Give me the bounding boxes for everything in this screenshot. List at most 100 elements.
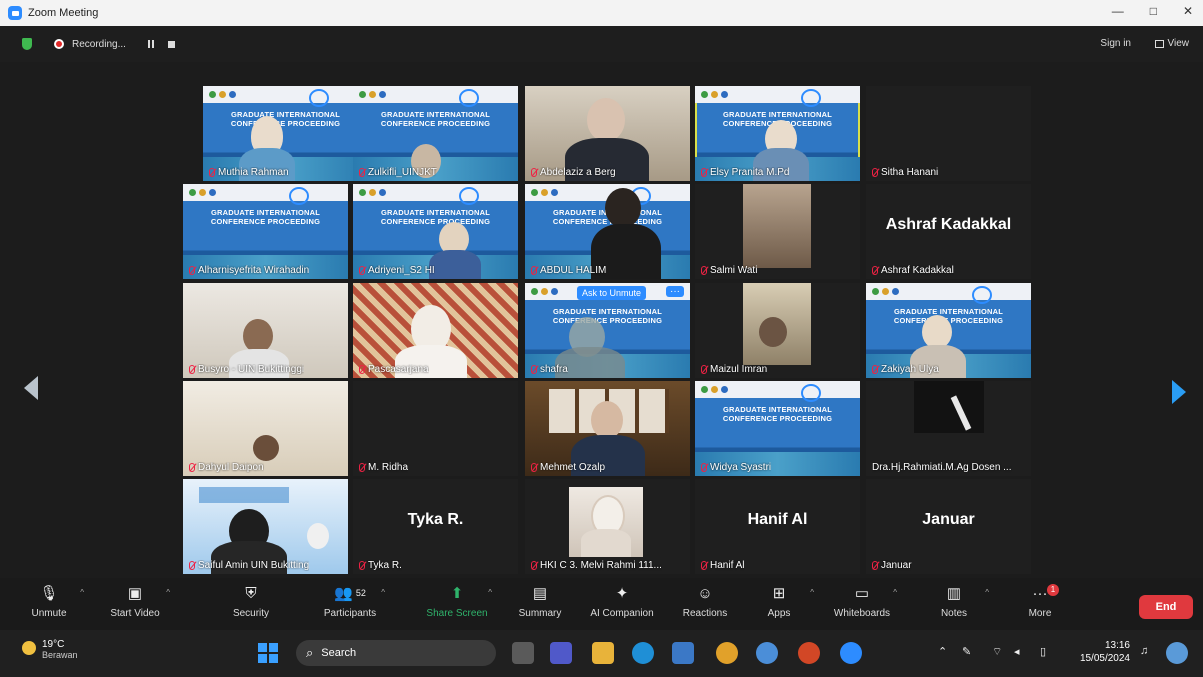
chrome-icon[interactable] [716, 642, 738, 664]
video-tile[interactable]: Abdelaziz a Berg [525, 86, 690, 181]
windows-start-icon[interactable] [258, 643, 278, 663]
participant-name: M. Ridha [359, 462, 408, 473]
video-tile[interactable]: GRADUATE INTERNATIONALCONFERENCE PROCEED… [525, 283, 690, 378]
shield-icon: ⛨ [245, 584, 257, 602]
previous-page-arrow-icon[interactable] [24, 376, 38, 400]
video-tile[interactable]: Pascasarjana [353, 283, 518, 378]
security-shield-icon[interactable] [22, 38, 32, 50]
video-tile[interactable]: Mehmet Ozalp [525, 381, 690, 476]
ai-companion-button[interactable]: ✦ AI Companion [577, 582, 667, 619]
window-title: Zoom Meeting [28, 7, 99, 19]
end-meeting-button[interactable]: End [1139, 595, 1193, 619]
participant-name: shafra [531, 364, 568, 375]
taskbar-search[interactable]: ⌕ Search [296, 640, 496, 666]
video-tile[interactable]: GRADUATE INTERNATIONALCONFERENCE PROCEED… [695, 86, 860, 181]
video-tile[interactable]: GRADUATE INTERNATIONALCONFERENCE PROCEED… [353, 184, 518, 279]
video-tile[interactable]: HKI C 3. Melvi Rahmi 111... [525, 479, 690, 574]
mic-muted-icon [872, 365, 878, 374]
store-icon[interactable] [672, 642, 694, 664]
summary-icon: ▤ [532, 585, 548, 602]
next-page-arrow-icon[interactable] [1172, 380, 1186, 404]
video-tile[interactable]: GRADUATE INTERNATIONALCONFERENCE PROCEED… [203, 86, 368, 181]
video-tile[interactable]: Hanif Al Hanif Al [695, 479, 860, 574]
video-tile[interactable]: M. Ridha [353, 381, 518, 476]
copilot-icon[interactable] [1166, 642, 1188, 664]
participant-display-name: Hanif Al [747, 511, 808, 528]
mic-muted-icon [209, 168, 215, 177]
video-tile[interactable]: Tyka R. Tyka R. [353, 479, 518, 574]
video-tile[interactable]: GRADUATE INTERNATIONALCONFERENCE PROCEED… [183, 184, 348, 279]
teams-icon[interactable] [550, 642, 572, 664]
share-screen-button[interactable]: ⬆ ^ Share Screen [412, 582, 502, 619]
mic-muted-icon [359, 463, 365, 472]
whiteboards-button[interactable]: ▭ ^ Whiteboards [817, 582, 907, 619]
close-button[interactable]: ✕ [1183, 4, 1193, 18]
taskbar-clock[interactable]: 13:16 15/05/2024 [1068, 639, 1130, 665]
sparkle-icon: ✦ [615, 585, 629, 602]
mic-muted-icon [701, 168, 707, 177]
mic-muted-icon [531, 168, 537, 177]
pen-icon[interactable]: ✎ [962, 645, 971, 658]
stop-recording-icon[interactable] [167, 40, 175, 48]
zoom-app-icon[interactable] [840, 642, 862, 664]
mic-muted-icon [359, 266, 365, 275]
video-tile[interactable]: Busyro - UIN Bukittinggi [183, 283, 348, 378]
task-view-icon[interactable] [512, 642, 534, 664]
participant-name: Januar [872, 560, 912, 571]
participant-display-name: Tyka R. [407, 511, 464, 528]
window-titlebar: Zoom Meeting — □ ✕ [0, 0, 1203, 26]
mic-muted-icon [872, 168, 878, 177]
weather-widget[interactable]: 19°C Berawan [22, 639, 78, 660]
video-tile[interactable]: Maizul Imran [695, 283, 860, 378]
video-tile[interactable]: GRADUATE INTERNATIONALCONFERENCE PROCEED… [866, 283, 1031, 378]
video-tile[interactable]: Saiful Amin UIN Bukitting [183, 479, 348, 574]
video-tile[interactable]: Dra.Hj.Rahmiati.M.Ag Dosen ... [866, 381, 1031, 476]
participant-name: Muthia Rahman [209, 167, 289, 178]
file-explorer-icon[interactable] [592, 642, 614, 664]
pause-recording-icon[interactable] [147, 40, 154, 48]
meeting-topbar: Recording... Sign in View [0, 26, 1203, 62]
minimize-button[interactable]: — [1112, 4, 1124, 18]
more-button[interactable]: ··· 1 More [995, 582, 1085, 619]
settings-icon[interactable] [756, 642, 778, 664]
summary-button[interactable]: ▤ Summary [495, 582, 585, 619]
participant-name: Busyro - UIN Bukittinggi [189, 364, 304, 375]
battery-icon[interactable]: ▯ [1040, 645, 1046, 658]
mic-muted-icon [701, 561, 707, 570]
sign-in-link[interactable]: Sign in [1100, 38, 1131, 49]
security-button[interactable]: ⛨ Security [206, 582, 296, 620]
video-tile[interactable]: GRADUATE INTERNATIONALCONFERENCE PROCEED… [695, 381, 860, 476]
apps-button[interactable]: ⊞ ^ Apps [734, 582, 824, 619]
view-button[interactable]: View [1154, 38, 1189, 49]
chevron-up-icon: ^ [488, 588, 492, 597]
video-tile[interactable]: Januar Januar [866, 479, 1031, 574]
chevron-up-icon: ^ [810, 588, 814, 597]
mic-muted-icon [701, 463, 707, 472]
more-options-icon[interactable]: ··· [666, 286, 684, 297]
recording-icon [54, 39, 64, 49]
unmute-button[interactable]: 🎙 ^ Unmute [4, 582, 94, 619]
wifi-icon[interactable]: ⌔ [992, 645, 1002, 659]
video-tile[interactable]: GRADUATE INTERNATIONALCONFERENCE PROCEED… [525, 184, 690, 279]
restore-button[interactable]: □ [1150, 4, 1157, 18]
mic-muted-icon [701, 266, 707, 275]
start-video-button[interactable]: ▣ ^ Start Video [90, 582, 180, 619]
tray-overflow-icon[interactable]: ⌃ [938, 645, 947, 658]
notes-button[interactable]: ▥ ^ Notes [909, 582, 999, 619]
edge-icon[interactable] [632, 642, 654, 664]
ask-to-unmute-button[interactable]: Ask to Unmute [577, 286, 647, 300]
mic-muted-icon [872, 266, 878, 275]
video-tile[interactable]: Ashraf Kadakkal Ashraf Kadakkal [866, 184, 1031, 279]
volume-icon[interactable]: ◂ [1014, 645, 1020, 658]
participant-name: Maizul Imran [701, 364, 767, 375]
video-tile[interactable]: Salmi Wati [695, 184, 860, 279]
participant-name: Widya Syastri [701, 462, 771, 473]
video-tile[interactable]: Dahyul Daipon [183, 381, 348, 476]
mic-muted-icon [359, 168, 365, 177]
notification-bell-icon[interactable]: ♫ [1140, 645, 1148, 657]
participants-button[interactable]: 👥 52 ^ Participants [305, 582, 395, 619]
mic-muted-icon [531, 463, 537, 472]
powerpoint-icon[interactable] [798, 642, 820, 664]
video-tile[interactable]: GRADUATE INTERNATIONALCONFERENCE PROCEED… [353, 86, 518, 181]
video-tile[interactable]: Sitha Hanani [866, 86, 1031, 181]
